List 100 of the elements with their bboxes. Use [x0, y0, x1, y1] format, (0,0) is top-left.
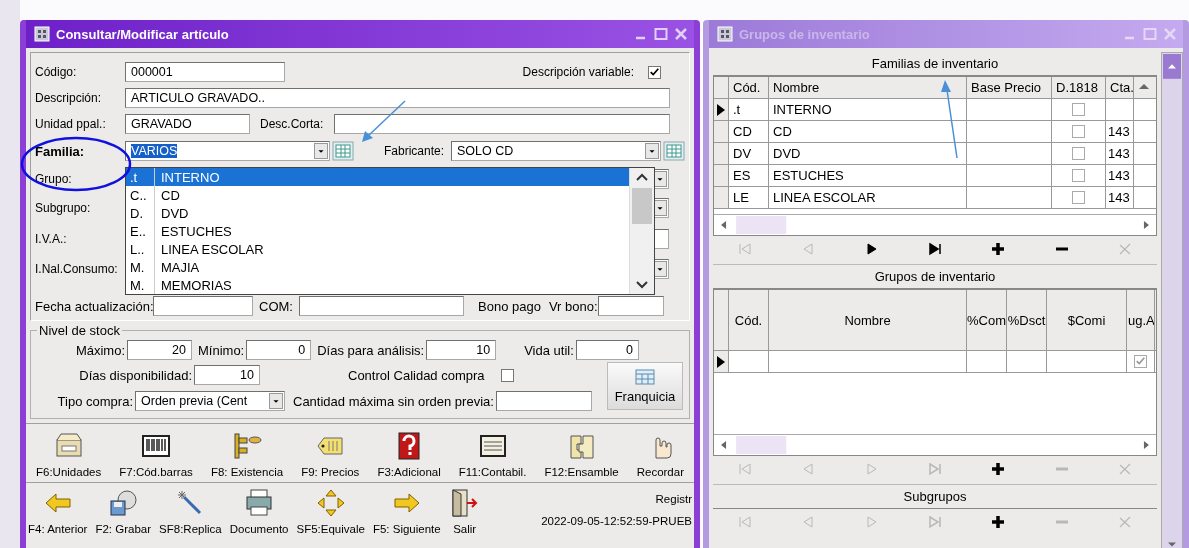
- column-header[interactable]: Base Precio: [967, 77, 1052, 98]
- table-cell: LE: [729, 187, 769, 208]
- field-label: Máximo:: [74, 342, 125, 358]
- description-field[interactable]: ARTICULO GRAVADO..: [125, 88, 670, 108]
- quantity-field[interactable]: [495, 391, 592, 411]
- toolbar-button[interactable]: F3:Adicional: [377, 430, 441, 478]
- skip-forward-icon: [926, 462, 943, 476]
- checkbox[interactable]: [1072, 103, 1085, 116]
- checkbox[interactable]: [500, 368, 514, 382]
- horizontal-scrollbar[interactable]: [714, 434, 1156, 455]
- app-icon: [717, 26, 733, 42]
- toolbar-button[interactable]: F8: Existencia: [210, 430, 284, 478]
- checkbox[interactable]: [1072, 169, 1085, 182]
- field-label: Familia:: [35, 143, 86, 159]
- column-header[interactable]: $Comi: [1047, 290, 1127, 350]
- grid-icon: [635, 368, 655, 385]
- toolbar-button[interactable]: F7:Cód.barras: [119, 430, 193, 478]
- toolbar-button[interactable]: F5: Siguiente: [372, 487, 441, 535]
- column-header[interactable]: ug.A: [1127, 290, 1155, 350]
- checkbox[interactable]: [648, 65, 661, 79]
- column-header[interactable]: Cta.: [1106, 77, 1134, 98]
- skip-back-icon: [736, 515, 753, 529]
- bonus-field[interactable]: [597, 296, 664, 316]
- horizontal-scrollbar[interactable]: [714, 214, 1156, 235]
- franchise-button[interactable]: Franquicia: [607, 362, 683, 410]
- short-description-field[interactable]: [334, 114, 670, 134]
- number-field[interactable]: 10: [426, 340, 497, 360]
- checkbox[interactable]: [1072, 125, 1085, 138]
- field-label: I.Nal.Consumo:: [35, 262, 119, 276]
- number-field[interactable]: 20: [127, 340, 192, 360]
- field-label: Descripción variable:: [522, 65, 634, 79]
- family-dropdown[interactable]: VARIOS: [125, 141, 330, 161]
- field-label: Cantidad máxima sin orden previa:: [293, 393, 494, 409]
- column-header[interactable]: Cód.: [729, 290, 769, 350]
- toolbar-button[interactable]: SF5:Equivale: [296, 487, 365, 535]
- record-label: Registr: [655, 493, 692, 505]
- table-cell: 143: [1108, 168, 1130, 183]
- maximize-icon[interactable]: [654, 27, 668, 41]
- checkbox[interactable]: [1072, 147, 1085, 160]
- field-label: Desc.Corta:: [260, 117, 325, 131]
- toolbar-button[interactable]: Salir: [448, 487, 481, 535]
- close-icon[interactable]: [1163, 27, 1177, 41]
- skip-back-icon: [736, 462, 753, 476]
- row-header[interactable]: [714, 351, 729, 372]
- purchase-type-dropdown[interactable]: Orden previa (Cent: [135, 391, 285, 411]
- checkbox[interactable]: [1072, 191, 1085, 204]
- number-field[interactable]: 10: [194, 365, 260, 385]
- scrollbar[interactable]: [1161, 52, 1183, 548]
- toolbar-button[interactable]: F6:Unidades: [36, 430, 102, 478]
- row-header[interactable]: [714, 99, 729, 120]
- close-icon[interactable]: [674, 27, 688, 41]
- table-cell: INTERNO: [769, 99, 967, 120]
- table-cell: ES: [729, 165, 769, 186]
- toolbar-button[interactable]: F4: Anterior: [28, 487, 88, 535]
- table-cell: 143: [1108, 190, 1130, 205]
- table-cell: CD: [769, 121, 967, 142]
- column-header[interactable]: Cód.: [729, 77, 769, 98]
- table-cell: 143: [1108, 146, 1130, 161]
- plus-icon: [990, 515, 1007, 529]
- field-label: Vr bono:: [548, 298, 598, 314]
- disk-icon: [107, 487, 140, 519]
- field-label: Unidad ppal.:: [35, 117, 107, 131]
- skip-forward-icon: [926, 515, 943, 529]
- table-cell: CD: [729, 121, 769, 142]
- toolbar-button[interactable]: F12:Ensamble: [544, 430, 619, 478]
- annotation-arrow: [362, 100, 406, 142]
- toolbar-button[interactable]: F11:Contabil.: [458, 430, 527, 478]
- com-field[interactable]: [299, 296, 464, 316]
- date-field[interactable]: [153, 296, 253, 316]
- field-label: Descripción:: [35, 91, 103, 105]
- unit-field[interactable]: GRAVADO: [125, 114, 250, 134]
- toolbar-button[interactable]: SF8:Replica: [159, 487, 222, 535]
- dropdown-option[interactable]: .t INTERNO: [126, 168, 629, 186]
- table-cell: DV: [729, 143, 769, 164]
- toolbar-button[interactable]: Recordar: [636, 430, 684, 478]
- column-header[interactable]: %Com: [967, 290, 1007, 350]
- column-header[interactable]: %Dsct: [1007, 290, 1047, 350]
- maximize-icon[interactable]: [1143, 27, 1157, 41]
- field-label: Grupo:: [35, 172, 73, 186]
- field-label: COM:: [259, 298, 294, 314]
- column-header[interactable]: D.1818: [1052, 77, 1106, 98]
- field-label: Subgrupo:: [35, 201, 92, 215]
- column-header[interactable]: Nombre: [769, 290, 967, 350]
- field-label: Control Calidad compra: [348, 367, 485, 383]
- field-label: Fabricante:: [384, 144, 446, 158]
- code-field[interactable]: 000001: [125, 62, 285, 82]
- number-field[interactable]: 0: [246, 340, 312, 360]
- section-header: Subgrupos: [713, 484, 1157, 509]
- toolbar-button[interactable]: F9: Precios: [301, 430, 360, 478]
- table-cell: .t: [729, 99, 769, 120]
- checkbox[interactable]: [1134, 355, 1147, 368]
- number-field[interactable]: 0: [575, 340, 639, 360]
- field-label: Fecha actualización:: [35, 298, 153, 314]
- skip-back-icon: [736, 242, 753, 256]
- manufacturer-dropdown[interactable]: SOLO CD: [451, 141, 661, 161]
- toolbar-button[interactable]: Documento: [229, 487, 289, 535]
- field-label: Días para análisis:: [317, 342, 425, 358]
- toolbar-button[interactable]: F2: Grabar: [95, 487, 152, 535]
- skip-forward-icon: [926, 242, 943, 256]
- plus-icon: [990, 462, 1007, 476]
